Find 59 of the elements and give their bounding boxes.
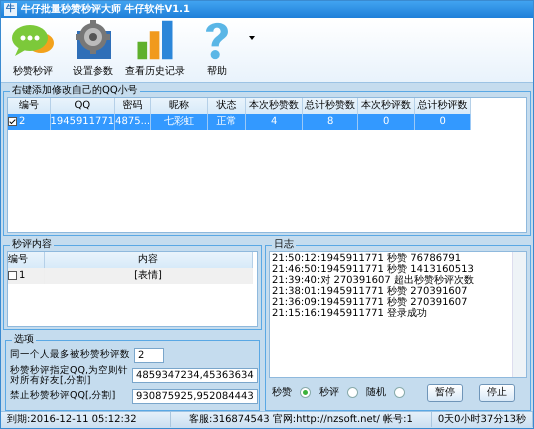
column-header[interactable]: 编号 (8, 252, 44, 268)
toolbar-button[interactable]: 帮助 (189, 18, 245, 79)
log-line: 21:50:12:1945911771 秒赞 76786791 (272, 252, 462, 264)
scrollbar[interactable] (512, 252, 526, 377)
column-header[interactable]: 昵称 (150, 98, 208, 114)
table-cell: 七彩虹 (150, 114, 208, 130)
radio-button[interactable] (300, 387, 311, 398)
status-text: 到期:2016-12-11 05:12:32 (1, 412, 171, 428)
radio-button[interactable] (347, 387, 358, 398)
table-cell: 8 (302, 114, 358, 130)
log-line: 21:39:40:对 270391607 超出秒赞秒评次数 (272, 274, 475, 286)
radio-label: 秒赞 (272, 386, 292, 400)
group-title: 日志 (272, 238, 296, 251)
group-title: 秒评内容 (10, 238, 54, 251)
table-cell: [表情] (44, 268, 252, 284)
table-cell: 0 (414, 114, 471, 130)
table-cell: 4 (246, 114, 303, 130)
table-cell: 正常 (208, 114, 246, 130)
group-title: 选项 (12, 334, 36, 346)
table-cell: 0 (358, 114, 415, 130)
caret-icon[interactable] (249, 36, 255, 40)
column-header[interactable]: 总计秒赞数 (302, 98, 358, 114)
toolbar-button[interactable]: 秒赞秒评 (5, 18, 61, 79)
input-field[interactable]: 4859347234,45363634 (132, 368, 258, 384)
window-title: 牛仔批量秒赞秒评大师 牛仔软件V1.1 (21, 2, 190, 18)
column-header[interactable]: QQ (50, 98, 115, 114)
column-header[interactable]: 状态 (208, 98, 246, 114)
column-header[interactable]: 总计秒评数 (414, 98, 471, 114)
status-text: 客服:316874543 官网:http://nzsoft.net/ 帐号:1 (171, 412, 432, 428)
log-line: 21:36:09:1945911771 秒赞 270391607 (272, 296, 469, 308)
field-label: 秒赞秒评指定QQ,为空则针对所有好友[,分割] (10, 366, 128, 386)
column-header[interactable]: 本次秒评数 (358, 98, 415, 114)
input-field[interactable]: 930875925,952084443 (132, 388, 258, 404)
log-line: 21:15:16:1945911771 登录成功 (272, 308, 428, 319)
checkbox[interactable] (8, 270, 17, 280)
checkbox[interactable] (8, 116, 17, 126)
radio-label: 随机 (366, 386, 386, 400)
field-label: 同一个人最多被秒赞秒评数 (10, 350, 130, 360)
column-header[interactable]: 编号 (8, 98, 50, 114)
radio-label: 秒评 (319, 386, 339, 400)
input-field[interactable]: 2 (134, 348, 164, 363)
column-header[interactable]: 密码 (114, 98, 151, 114)
field-label: 禁止秒赞秒评QQ[,分割] (10, 391, 116, 402)
app-icon: 牛 (4, 3, 17, 16)
log-line: 21:46:50:1945911771 秒赞 1413160513 (272, 264, 475, 275)
table-cell: 4875... (114, 114, 151, 130)
column-header[interactable]: 内容 (44, 252, 252, 268)
toolbar-button[interactable]: 查看历史记录 (125, 18, 185, 79)
toolbar-button[interactable]: 设置参数 (65, 18, 121, 79)
table-cell: 1 (19, 270, 26, 282)
table-cell: 1945911771 (50, 114, 115, 130)
group-title: 右键添加修改自己的QQ小号 (10, 84, 140, 97)
table-cell: 2 (19, 116, 26, 128)
push-button[interactable]: 停止 (479, 384, 515, 402)
column-header[interactable]: 本次秒赞数 (246, 98, 303, 114)
status-text: 0天0小时37分13秒 (432, 412, 533, 428)
radio-button[interactable] (394, 387, 405, 398)
push-button[interactable]: 暂停 (427, 384, 463, 402)
log-line: 21:38:01:1945911771 秒赞 270391607 (272, 286, 468, 297)
